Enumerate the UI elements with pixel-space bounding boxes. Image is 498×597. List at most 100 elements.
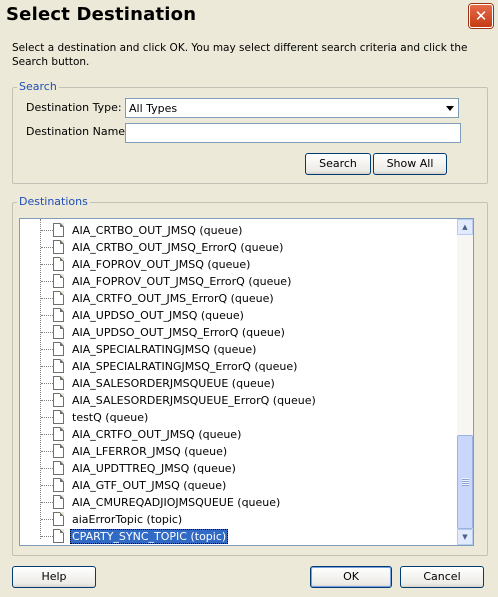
destinations-tree[interactable]: AIA_CRTBO_OUT_JMSQ (queue) AIA_CRTBO_OUT_… xyxy=(19,218,474,546)
tree-connector-line xyxy=(41,468,53,469)
destinations-group-label: Destinations xyxy=(17,195,90,208)
tree-item-label[interactable]: AIA_SALESORDERJMSQUEUE (queue) xyxy=(70,376,277,391)
tree-connector-line xyxy=(41,502,53,503)
tree-item[interactable]: AIA_UPDSO_OUT_JMSQ_ErrorQ (queue) xyxy=(20,324,460,341)
destination-type-select[interactable]: All Types xyxy=(125,98,459,118)
tree-connector-line xyxy=(41,536,53,537)
title-bar[interactable]: Select Destination ✕ xyxy=(0,0,498,34)
tree-item[interactable]: AIA_CRTBO_OUT_JMSQ (queue) xyxy=(20,222,460,239)
document-icon xyxy=(53,478,64,492)
tree-item[interactable]: AIA_CRTFO_OUT_JMS_ErrorQ (queue) xyxy=(20,290,460,307)
document-icon xyxy=(53,308,64,322)
tree-connector-line xyxy=(41,400,53,401)
tree-item[interactable]: AIA_SPECIALRATINGJMSQ (queue) xyxy=(20,341,460,358)
document-icon xyxy=(53,325,64,339)
tree-item[interactable]: CPARTY_SYNC_TOPIC (topic) xyxy=(20,528,460,545)
document-icon xyxy=(53,223,64,237)
document-icon xyxy=(53,291,64,305)
tree-connector-line xyxy=(41,485,53,486)
search-group-label: Search xyxy=(17,80,59,93)
tree-item[interactable]: AIA_CMUREQADJIOJMSQUEUE (queue) xyxy=(20,494,460,511)
search-group: Search Destination Type: All Types Desti… xyxy=(12,80,488,184)
tree-item[interactable]: AIA_SPECIALRATINGJMSQ_ErrorQ (queue) xyxy=(20,358,460,375)
vertical-scrollbar[interactable]: ▲ ▼ xyxy=(457,219,473,545)
tree-item[interactable]: testQ (queue) xyxy=(20,409,460,426)
document-icon xyxy=(53,512,64,526)
tree-item-label[interactable]: AIA_UPDSO_OUT_JMSQ (queue) xyxy=(70,308,246,323)
instructions-text: Select a destination and click OK. You m… xyxy=(12,42,468,68)
tree-connector-line xyxy=(41,366,53,367)
document-icon xyxy=(53,529,64,543)
tree-item-label[interactable]: AIA_SPECIALRATINGJMSQ (queue) xyxy=(70,342,258,357)
tree-connector-line xyxy=(41,383,53,384)
scroll-down-button[interactable]: ▼ xyxy=(457,529,473,545)
tree-connector-line xyxy=(41,247,53,248)
tree-item-label[interactable]: AIA_GTF_OUT_JMSQ (queue) xyxy=(70,478,228,493)
tree-connector-line xyxy=(41,230,53,231)
destination-type-label: Destination Type: xyxy=(26,101,122,114)
tree-item-label[interactable]: AIA_UPDSO_OUT_JMSQ_ErrorQ (queue) xyxy=(70,325,287,340)
show-all-button[interactable]: Show All xyxy=(373,153,447,175)
destination-type-value: All Types xyxy=(129,102,178,115)
tree-item[interactable]: AIA_SALESORDERJMSQUEUE_ErrorQ (queue) xyxy=(20,392,460,409)
scrollbar-thumb[interactable] xyxy=(457,435,473,529)
tree-item-label[interactable]: CPARTY_SYNC_TOPIC (topic) xyxy=(70,529,229,544)
tree-item[interactable]: AIA_CRTFO_OUT_JMSQ (queue) xyxy=(20,426,460,443)
tree-item-label[interactable]: AIA_UPDTTREQ_JMSQ (queue) xyxy=(70,461,238,476)
tree-item-label[interactable]: AIA_CRTBO_OUT_JMSQ_ErrorQ (queue) xyxy=(70,240,285,255)
tree-item[interactable]: AIA_CRTBO_OUT_JMSQ_ErrorQ (queue) xyxy=(20,239,460,256)
document-icon xyxy=(53,342,64,356)
tree-connector-line xyxy=(41,281,53,282)
help-button[interactable]: Help xyxy=(12,566,96,588)
cancel-button[interactable]: Cancel xyxy=(400,566,484,588)
tree-item-label[interactable]: AIA_CRTFO_OUT_JMSQ (queue) xyxy=(70,427,243,442)
document-icon xyxy=(53,376,64,390)
grip-icon xyxy=(462,478,469,486)
tree-connector-line xyxy=(41,451,53,452)
tree-item[interactable]: AIA_LFERROR_JMSQ (queue) xyxy=(20,443,460,460)
tree-item-label[interactable]: aiaErrorTopic (topic) xyxy=(70,512,184,527)
document-icon xyxy=(53,274,64,288)
tree-item-label[interactable]: AIA_SPECIALRATINGJMSQ_ErrorQ (queue) xyxy=(70,359,299,374)
tree-item[interactable]: AIA_GTF_OUT_JMSQ (queue) xyxy=(20,477,460,494)
document-icon xyxy=(53,257,64,271)
document-icon xyxy=(53,359,64,373)
tree-item-label[interactable]: AIA_SALESORDERJMSQUEUE_ErrorQ (queue) xyxy=(70,393,318,408)
tree-connector-line xyxy=(41,519,53,520)
tree-connector-line xyxy=(41,417,53,418)
tree-item-label[interactable]: AIA_FOPROV_OUT_JMSQ_ErrorQ (queue) xyxy=(70,274,293,289)
tree-item-label[interactable]: AIA_FOPROV_OUT_JMSQ (queue) xyxy=(70,257,252,272)
tree-item-label[interactable]: AIA_CMUREQADJIOJMSQUEUE (queue) xyxy=(70,495,282,510)
tree-item-label[interactable]: AIA_CRTBO_OUT_JMSQ (queue) xyxy=(70,223,244,238)
scroll-up-button[interactable]: ▲ xyxy=(457,219,473,235)
document-icon xyxy=(53,461,64,475)
tree-item[interactable]: AIA_FOPROV_OUT_JMSQ (queue) xyxy=(20,256,460,273)
destination-name-input[interactable] xyxy=(125,123,461,143)
ok-button[interactable]: OK xyxy=(310,566,392,588)
destination-name-label: Destination Name: xyxy=(26,125,129,138)
document-icon xyxy=(53,495,64,509)
tree-connector-line xyxy=(41,315,53,316)
search-button[interactable]: Search xyxy=(305,153,371,175)
tree-connector-line xyxy=(41,332,53,333)
tree-item[interactable]: AIA_SALESORDERJMSQUEUE (queue) xyxy=(20,375,460,392)
tree-connector-line xyxy=(41,298,53,299)
tree-item[interactable]: aiaErrorTopic (topic) xyxy=(20,511,460,528)
document-icon xyxy=(53,444,64,458)
tree-connector-line xyxy=(41,434,53,435)
close-icon: ✕ xyxy=(474,7,488,25)
tree-item[interactable]: AIA_FOPROV_OUT_JMSQ_ErrorQ (queue) xyxy=(20,273,460,290)
tree-item-label[interactable]: AIA_LFERROR_JMSQ (queue) xyxy=(70,444,229,459)
close-button[interactable]: ✕ xyxy=(469,4,493,28)
tree-item[interactable]: AIA_UPDSO_OUT_JMSQ (queue) xyxy=(20,307,460,324)
tree-item-label[interactable]: AIA_CRTFO_OUT_JMS_ErrorQ (queue) xyxy=(70,291,276,306)
tree-connector-line xyxy=(41,349,53,350)
dialog-title: Select Destination xyxy=(6,4,197,25)
tree-item-label[interactable]: testQ (queue) xyxy=(70,410,150,425)
document-icon xyxy=(53,427,64,441)
chevron-down-icon[interactable] xyxy=(446,106,454,111)
tree-item[interactable]: AIA_UPDTTREQ_JMSQ (queue) xyxy=(20,460,460,477)
destinations-group: Destinations AIA_CRTBO_OUT_JMSQ (queue) A… xyxy=(12,195,488,556)
document-icon xyxy=(53,393,64,407)
document-icon xyxy=(53,240,64,254)
